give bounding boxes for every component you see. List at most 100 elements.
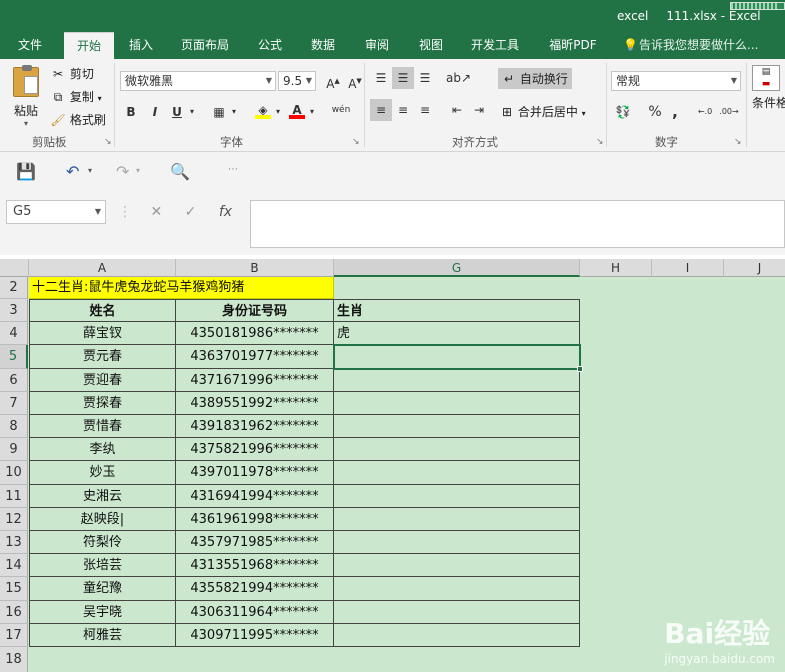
underline-button[interactable]: U [166,101,188,123]
fill-handle[interactable] [577,366,583,372]
cell-id-number[interactable]: 4357971985******* [176,531,334,554]
row-header-4[interactable]: 4 [0,322,28,345]
cell-id-number[interactable]: 4355821994******* [176,577,334,601]
row-header-14[interactable]: 14 [0,554,28,577]
cell-zodiac[interactable] [334,461,580,485]
column-header-j[interactable]: J [724,259,785,277]
select-all-corner[interactable] [0,259,29,277]
save-icon[interactable]: 💾 [16,162,36,181]
comma-style-icon[interactable]: , [664,101,686,123]
active-cell-g5[interactable] [333,344,581,370]
align-left-icon[interactable]: ≡ [370,99,392,121]
cell-id-number[interactable]: 4316941994******* [176,485,334,508]
cell-name[interactable]: 贾惜春 [29,415,176,438]
formula-input[interactable] [250,200,785,248]
cell-zodiac[interactable] [334,624,580,647]
tab-page-layout[interactable]: 页面布局 [172,32,238,59]
cell-id-number[interactable]: 4375821996******* [176,438,334,461]
cell-g3-header[interactable]: 生肖 [334,299,580,322]
number-format-select[interactable]: 常规 ▼ [611,71,741,91]
paste-dropdown-icon[interactable]: ▾ [10,119,42,128]
row-header-2[interactable]: 2 [0,277,28,299]
align-center-icon[interactable]: ≡ [392,99,414,121]
cell-name[interactable]: 符梨伶 [29,531,176,554]
cell-name[interactable]: 柯雅芸 [29,624,176,647]
tab-foxit-pdf[interactable]: 福昕PDF [540,32,606,59]
row-header-9[interactable]: 9 [0,438,28,461]
paste-button[interactable]: 粘贴 ▾ [10,65,42,128]
format-painter-button[interactable]: 🖌 格式刷 [50,111,105,128]
row-header-3[interactable]: 3 [0,299,28,322]
cell-id-number[interactable]: 4391831962******* [176,415,334,438]
row-header-12[interactable]: 12 [0,508,28,531]
borders-icon[interactable]: ▦ [208,101,230,123]
decrease-indent-icon[interactable]: ⇤ [446,99,468,121]
cell-zodiac[interactable] [334,369,580,392]
fill-color-dropdown-icon[interactable]: ▾ [272,101,284,123]
cell-id-number[interactable]: 4309711995******* [176,624,334,647]
accounting-format-icon[interactable]: 💱 [612,101,634,123]
cell-zodiac[interactable] [334,601,580,624]
increase-indent-icon[interactable]: ⇥ [468,99,490,121]
row-header-15[interactable]: 15 [0,577,28,601]
row-header-18[interactable]: 18 [0,647,28,672]
cell-id-number[interactable]: 4306311964******* [176,601,334,624]
cell-a2[interactable]: 十二生肖:鼠牛虎兔龙蛇马羊猴鸡狗猪 [29,277,334,299]
wrap-text-button[interactable]: ↵ 自动换行 [498,68,572,89]
underline-dropdown-icon[interactable]: ▾ [186,101,198,123]
cell-zodiac[interactable] [334,531,580,554]
cell-name[interactable]: 童纪豫 [29,577,176,601]
cell-name[interactable]: 赵映段| [29,508,176,531]
cell-id-number[interactable]: 4363701977******* [176,345,334,369]
cell-b3-header[interactable]: 身份证号码 [176,299,334,322]
cancel-icon[interactable]: ✕ [150,204,162,220]
redo-icon[interactable]: ↷ [116,162,129,181]
cell-name[interactable]: 史湘云 [29,485,176,508]
tab-formulas[interactable]: 公式 [250,32,290,59]
column-header-b[interactable]: B [176,259,334,277]
alignment-launcher-icon[interactable]: ↘ [596,137,604,147]
row-header-8[interactable]: 8 [0,415,28,438]
tell-me-search[interactable]: 💡告诉我您想要做什么... [623,32,758,59]
cell-zodiac[interactable] [334,415,580,438]
cell-id-number[interactable]: 4389551992******* [176,392,334,415]
font-color-dropdown-icon[interactable]: ▾ [306,101,318,123]
tab-insert[interactable]: 插入 [122,32,160,59]
italic-button[interactable]: I [144,101,166,123]
cell-id-number[interactable]: 4361961998******* [176,508,334,531]
row-header-17[interactable]: 17 [0,624,28,647]
decrease-font-icon[interactable]: A▼ [344,70,366,92]
bold-button[interactable]: B [120,101,142,123]
cell-name[interactable]: 贾元春 [29,345,176,369]
tab-developer[interactable]: 开发工具 [462,32,528,59]
row-header-10[interactable]: 10 [0,461,28,485]
customize-qat-icon[interactable]: ⋯ [228,164,238,175]
align-right-icon[interactable]: ≡ [414,99,436,121]
column-header-g[interactable]: G [334,259,580,277]
row-header-16[interactable]: 16 [0,601,28,624]
increase-font-icon[interactable]: A▲ [322,70,344,92]
cell-name[interactable]: 妙玉 [29,461,176,485]
insert-function-icon[interactable]: fx [219,204,232,220]
cell-id-number[interactable]: 4313551968******* [176,554,334,577]
cell-name[interactable]: 李纨 [29,438,176,461]
decrease-decimal-icon[interactable]: .00→ [718,101,740,123]
row-header-7[interactable]: 7 [0,392,28,415]
cell-name[interactable]: 吴宇晓 [29,601,176,624]
tab-view[interactable]: 视图 [410,32,452,59]
conditional-format-button[interactable]: ▤ ▬ 条件格 [752,65,785,111]
row-header-13[interactable]: 13 [0,531,28,554]
cell-zodiac[interactable] [334,392,580,415]
cell-name[interactable]: 薛宝钗 [29,322,176,345]
cell-name[interactable]: 张培芸 [29,554,176,577]
increase-decimal-icon[interactable]: ←.0 [694,101,716,123]
column-header-h[interactable]: H [580,259,652,277]
merge-center-button[interactable]: ⊞ 合并后居中 ▾ [500,103,586,120]
percent-style-button[interactable]: % [644,101,666,123]
worksheet-grid[interactable]: A B G H I J 2 3 4 5 6 7 8 9 10 11 12 13 … [0,259,785,672]
row-header-11[interactable]: 11 [0,485,28,508]
font-color-icon[interactable]: A [286,99,308,121]
undo-icon[interactable]: ↶ [66,162,79,181]
cell-zodiac[interactable] [334,438,580,461]
undo-dropdown-icon[interactable]: ▾ [88,166,92,175]
